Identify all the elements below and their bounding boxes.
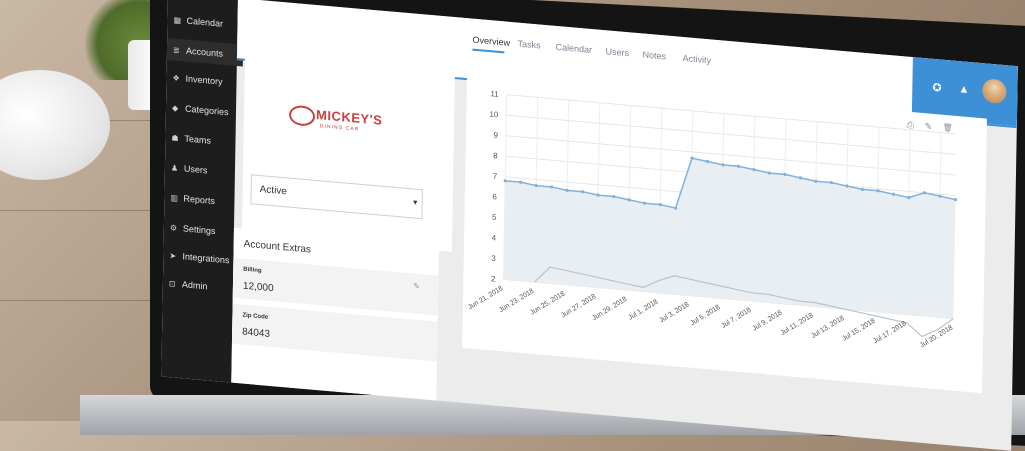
y-tick-label: 2: [491, 274, 496, 283]
notifications-icon[interactable]: ▲: [958, 83, 969, 96]
account-logo: [288, 104, 316, 127]
sidebar-item-admin[interactable]: ⊡ Admin: [169, 278, 208, 291]
y-tick-label: 9: [493, 131, 498, 140]
y-tick-label: 11: [490, 89, 499, 99]
sidebar-item-label: Admin: [181, 279, 208, 292]
reports-icon: ▥: [170, 193, 179, 203]
active-tab-indicator: [472, 48, 505, 54]
chart-card: ⎙ ✎ 🗑 2 3 4 5 6 7 8 9 10 11 Jun 21, 2018 Jun 23, 20…: [462, 73, 987, 394]
x-tick-label: Jul 20, 2018: [919, 324, 955, 349]
sidebar-item-label: Teams: [184, 133, 212, 146]
delete-icon[interactable]: 🗑: [943, 123, 953, 133]
accounts-icon: ≣: [172, 45, 180, 56]
status-select-value: Active: [259, 184, 288, 198]
tab-notes[interactable]: Notes: [642, 49, 666, 61]
x-tick-label: Jul 7, 2018: [720, 307, 752, 330]
sidebar-item-teams[interactable]: ☗ Teams: [171, 132, 211, 145]
account-card: MICKEY'S DINING CAR Active ▼: [241, 8, 456, 252]
sidebar-item-label: Inventory: [185, 73, 223, 87]
sidebar-item-label: Categories: [184, 103, 229, 118]
sidebar-item-label: Calendar: [186, 15, 224, 29]
sidebar-item-users[interactable]: ♟ Users: [171, 162, 208, 175]
y-tick-label: 5: [492, 213, 497, 222]
x-tick-label: Jul 3, 2018: [658, 301, 690, 324]
grid-line: [506, 114, 957, 155]
sidebar-item-integrations[interactable]: ➤ Integrations: [169, 250, 229, 265]
y-tick-label: 8: [493, 151, 498, 160]
status-select[interactable]: Active ▼: [250, 174, 423, 220]
avatar[interactable]: [982, 78, 1007, 105]
tab-tasks[interactable]: Tasks: [517, 39, 540, 51]
y-tick-label: 4: [492, 233, 497, 242]
integrations-icon: ➤: [169, 251, 177, 261]
inventory-icon: ❖: [172, 73, 180, 84]
x-tick-label: Jul 1, 2018: [627, 299, 659, 322]
edit-icon[interactable]: ✎: [413, 281, 420, 291]
sidebar-item-inventory[interactable]: ❖ Inventory: [172, 72, 222, 86]
calendar-icon: ▦: [173, 15, 182, 26]
sidebar-item-categories[interactable]: ◆ Categories: [172, 102, 229, 117]
chevron-down-icon: ▼: [411, 199, 419, 207]
account-extras-title: Account Extras: [243, 238, 312, 256]
sidebar-item-label: Settings: [182, 223, 216, 237]
tab-overview[interactable]: Overview: [472, 35, 510, 48]
tab-calendar[interactable]: Calendar: [555, 42, 592, 55]
account-extras-card: Account Extras Billing 12,000 ✎ Zip Code…: [231, 227, 439, 401]
support-icon[interactable]: ✪: [932, 81, 941, 95]
x-tick-label: Jul 9, 2018: [751, 309, 783, 332]
tag-icon: ◆: [171, 103, 179, 113]
settings-icon: ⚙: [169, 223, 178, 233]
sidebar-item-label: Integrations: [182, 251, 230, 266]
sidebar: ▦ Calendar ≣ Accounts ❖ Inventory ◆ Categori…: [161, 0, 244, 383]
series-area: [503, 158, 956, 319]
tab-activity[interactable]: Activity: [682, 53, 711, 65]
x-tick-label: Jun 29, 2018: [591, 296, 629, 322]
sidebar-item-accounts[interactable]: ≣ Accounts: [166, 37, 244, 67]
lock-icon: ⊡: [168, 279, 176, 289]
x-tick-label: Jul 17, 2018: [872, 320, 908, 345]
y-tick-label: 7: [493, 172, 498, 181]
sidebar-item-label: Reports: [183, 193, 216, 207]
teams-icon: ☗: [171, 133, 179, 143]
sidebar-item-settings[interactable]: ⚙ Settings: [170, 222, 216, 236]
coffee-mug: [0, 70, 110, 180]
zip-code-value: 84043: [242, 326, 271, 340]
laptop-photo: ▦ Calendar ≣ Accounts ❖ Inventory ◆ Categori…: [0, 0, 1025, 451]
y-tick-label: 10: [489, 110, 499, 120]
y-tick-label: 3: [491, 254, 496, 263]
app-screen: ▦ Calendar ≣ Accounts ❖ Inventory ◆ Categori…: [161, 0, 1018, 451]
sidebar-item-calendar[interactable]: ▦ Calendar: [173, 14, 223, 28]
sidebar-item-reports[interactable]: ▥ Reports: [170, 192, 215, 206]
user-icon: ♟: [170, 163, 179, 173]
sidebar-item-label: Accounts: [185, 45, 224, 59]
y-tick-label: 6: [492, 192, 497, 201]
edit-icon[interactable]: ✎: [925, 121, 933, 133]
x-tick-label: Jul 5, 2018: [689, 304, 721, 327]
tab-users[interactable]: Users: [605, 46, 629, 58]
print-icon[interactable]: ⎙: [907, 120, 914, 132]
sidebar-item-label: Users: [183, 163, 208, 176]
